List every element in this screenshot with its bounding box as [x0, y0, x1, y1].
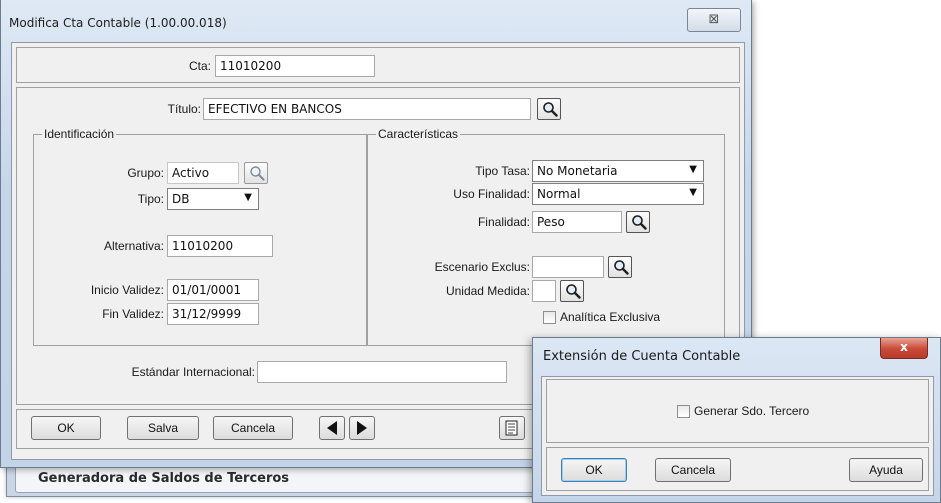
estandar-internacional-field[interactable]	[257, 361, 507, 383]
tipo-tasa-select[interactable]: No Monetaria ▼	[532, 160, 704, 182]
popup-title: Extensión de Cuenta Contable	[543, 349, 741, 364]
titulo-label: Título:	[167, 102, 201, 116]
escenario-search-button[interactable]	[608, 256, 632, 278]
search-icon	[565, 283, 581, 299]
close-button[interactable]: ⊠	[687, 8, 741, 32]
popup-ayuda-button[interactable]: Ayuda	[849, 458, 923, 482]
analitica-exclusiva-label: Analítica Exclusiva	[560, 310, 661, 324]
generar-sdo-tercero-label: Generar Sdo. Tercero	[694, 404, 810, 418]
cta-field[interactable]: 11010200	[215, 55, 375, 77]
escenario-exclus-label: Escenario Exclus:	[434, 260, 530, 274]
tipo-tasa-value: No Monetaria	[537, 164, 618, 178]
inicio-validez-label: Inicio Validez:	[90, 283, 164, 297]
grupo-search-button[interactable]	[244, 162, 268, 184]
popup-close-button[interactable]: x	[880, 338, 928, 359]
tipo-value: DB	[172, 192, 190, 206]
tipo-select[interactable]: DB ▼	[167, 188, 259, 210]
grupo-label: Grupo:	[127, 166, 164, 180]
estandar-internacional-label: Estándar Internacional:	[131, 365, 255, 379]
document-button[interactable]	[499, 416, 525, 440]
unidad-search-button[interactable]	[560, 280, 584, 302]
search-icon	[613, 259, 629, 275]
arrow-right-icon	[357, 421, 367, 435]
search-icon	[249, 165, 265, 181]
identificacion-title: Identificación	[42, 127, 117, 141]
titulo-field[interactable]: EFECTIVO EN BANCOS	[203, 98, 531, 120]
unidad-medida-label: Unidad Medida:	[445, 284, 530, 298]
caracteristicas-group: Características Tipo Tasa: No Monetaria …	[367, 127, 725, 346]
unidad-medida-field[interactable]	[532, 280, 556, 302]
cta-label: Cta:	[188, 59, 211, 73]
identificacion-group: Identificación Grupo: Activo Tipo: DB ▼ …	[33, 127, 367, 346]
salva-button[interactable]: Salva	[127, 416, 199, 440]
uso-finalidad-value: Normal	[537, 187, 581, 201]
alternativa-label: Alternativa:	[103, 239, 164, 253]
search-icon	[542, 101, 558, 117]
fin-validez-label: Fin Validez:	[102, 307, 164, 321]
generar-sdo-tercero-checkbox[interactable]	[677, 405, 690, 418]
tipo-tasa-label: Tipo Tasa:	[475, 164, 530, 178]
popup-options-panel: Generar Sdo. Tercero	[546, 379, 929, 443]
search-icon	[631, 214, 647, 230]
finalidad-label: Finalidad:	[477, 215, 530, 229]
arrow-left-icon	[327, 421, 337, 435]
popup-client-area: Generar Sdo. Tercero OK Cancela Ayuda	[541, 376, 934, 496]
extension-cuenta-contable-dialog: Extensión de Cuenta Contable x Generar S…	[532, 337, 941, 503]
finalidad-field[interactable]: Peso	[532, 211, 622, 233]
titulo-search-button[interactable]	[537, 98, 561, 120]
document-icon	[505, 420, 518, 436]
escenario-exclus-field[interactable]	[532, 256, 604, 278]
dropdown-arrow-icon: ▼	[244, 192, 252, 203]
cta-panel: Cta: 11010200	[16, 47, 740, 83]
popup-button-bar: OK Cancela Ayuda	[546, 447, 929, 491]
tipo-label: Tipo:	[137, 192, 164, 206]
analitica-exclusiva-checkbox[interactable]	[543, 311, 556, 324]
finalidad-search-button[interactable]	[626, 211, 650, 233]
cancela-button[interactable]: Cancela	[213, 416, 293, 440]
dropdown-arrow-icon: ▼	[689, 187, 697, 198]
grupo-field[interactable]: Activo	[167, 162, 239, 184]
uso-finalidad-label: Uso Finalidad:	[453, 187, 530, 201]
popup-cancela-button[interactable]: Cancela	[655, 458, 731, 482]
popup-ok-button[interactable]: OK	[561, 458, 627, 482]
alternativa-field[interactable]: 11010200	[167, 235, 273, 257]
previous-button[interactable]	[319, 416, 345, 440]
uso-finalidad-select[interactable]: Normal ▼	[532, 183, 704, 205]
inicio-validez-field[interactable]: 01/01/0001	[167, 279, 259, 301]
dropdown-arrow-icon: ▼	[689, 164, 697, 175]
ok-button[interactable]: OK	[31, 416, 101, 440]
caracteristicas-title: Características	[376, 127, 461, 141]
dialog-title: Modifica Cta Contable (1.00.00.018)	[9, 16, 227, 30]
next-button[interactable]	[349, 416, 375, 440]
fin-validez-field[interactable]: 31/12/9999	[167, 303, 259, 325]
